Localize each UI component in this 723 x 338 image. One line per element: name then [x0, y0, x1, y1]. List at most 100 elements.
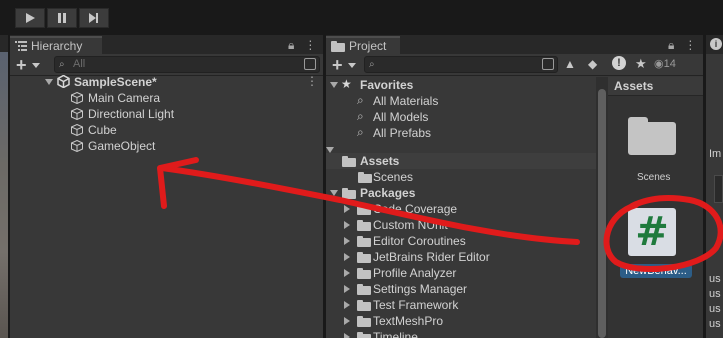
chevron-down-icon[interactable]: [348, 63, 356, 68]
package-item-label: Custom NUnit: [373, 218, 448, 232]
inspector-field[interactable]: [714, 175, 723, 203]
folder-icon: [357, 220, 371, 231]
expand-arrow-icon[interactable]: [330, 190, 338, 196]
gameobject-cube-icon: [71, 92, 83, 104]
packages-section-row[interactable]: Packages: [326, 185, 596, 201]
package-item[interactable]: JetBrains Rider Editor: [326, 249, 596, 265]
hierarchy-item-label: Main Camera: [88, 91, 161, 105]
search-icon: ⌕: [357, 93, 364, 107]
project-tabbar: Project 🔒︎ ⋮: [326, 35, 703, 54]
hierarchy-item[interactable]: Cube: [10, 122, 323, 138]
search-icon: ⌕: [59, 59, 65, 70]
search-filter-icon[interactable]: [542, 58, 554, 70]
favorite-star-icon[interactable]: ★: [635, 56, 647, 72]
filter-by-type-icon[interactable]: ▲: [564, 57, 576, 71]
package-item[interactable]: Editor Coroutines: [326, 233, 596, 249]
asset-tile-label: Scenes: [637, 172, 671, 183]
hierarchy-item-label: Cube: [88, 123, 117, 137]
expand-arrow-icon[interactable]: [344, 269, 350, 277]
step-button[interactable]: [79, 8, 109, 28]
favorite-item-label: All Models: [373, 110, 429, 124]
eye-icon: ◉: [654, 58, 664, 70]
hierarchy-tabbar: Hierarchy 🔒︎ ⋮: [10, 35, 323, 54]
expand-arrow-icon[interactable]: [326, 147, 334, 167]
expand-arrow-icon[interactable]: [344, 317, 350, 325]
expand-arrow-icon[interactable]: [45, 79, 53, 85]
package-item[interactable]: TextMeshPro: [326, 313, 596, 329]
kebab-menu-icon[interactable]: ⋮: [304, 38, 316, 53]
play-button[interactable]: [15, 8, 45, 28]
search-icon: ⌕: [369, 59, 375, 70]
assets-breadcrumb: Assets: [608, 77, 703, 96]
expand-arrow-icon[interactable]: [344, 205, 350, 213]
expand-arrow-icon[interactable]: [344, 253, 350, 261]
folder-icon: [357, 284, 371, 295]
folder-icon: [357, 236, 371, 247]
asset-folder-label: Scenes: [373, 170, 414, 184]
kebab-menu-icon[interactable]: ⋮: [684, 38, 696, 53]
main-toolbar: [0, 0, 723, 33]
hierarchy-item[interactable]: GameObject: [10, 138, 323, 154]
add-icon[interactable]: +: [332, 56, 343, 74]
lock-icon[interactable]: 🔒︎: [288, 38, 294, 53]
inspector-label: Im: [709, 148, 722, 160]
hidden-packages-toggle[interactable]: ◉14: [654, 57, 676, 70]
inspector-tabbar: i: [706, 35, 723, 54]
folder-icon: [358, 172, 372, 183]
expand-arrow-icon[interactable]: [344, 221, 350, 229]
chevron-down-icon[interactable]: [32, 63, 40, 68]
package-item[interactable]: Timeline: [326, 329, 596, 338]
scene-row[interactable]: SampleScene* ⋮: [10, 74, 323, 90]
hierarchy-item[interactable]: Main Camera: [10, 90, 323, 106]
project-search-input[interactable]: ⌕: [364, 56, 558, 73]
asset-tile-label: NewBehav...: [620, 264, 692, 278]
gameobject-cube-icon: [71, 108, 83, 120]
expand-arrow-icon[interactable]: [344, 237, 350, 245]
list-icon: [15, 41, 27, 51]
unity-scene-icon: [57, 75, 70, 88]
pause-button[interactable]: [47, 8, 77, 28]
favorite-item[interactable]: ⌕ All Materials: [326, 93, 596, 109]
hierarchy-item-label: Directional Light: [88, 107, 175, 121]
tree-scrollbar-thumb[interactable]: [598, 89, 606, 338]
filter-by-label-icon[interactable]: ◆: [588, 57, 597, 71]
expand-arrow-icon[interactable]: [330, 82, 338, 88]
package-item-label: Settings Manager: [373, 282, 468, 296]
favorites-row[interactable]: ★ Favorites: [326, 77, 596, 93]
package-item[interactable]: Settings Manager: [326, 281, 596, 297]
breadcrumb-assets[interactable]: Assets: [614, 79, 653, 93]
folder-icon: [357, 252, 371, 263]
inspector-code-line: us: [709, 318, 721, 330]
favorite-item[interactable]: ⌕ All Prefabs: [326, 125, 596, 141]
warning-icon[interactable]: !: [612, 56, 626, 70]
expand-arrow-icon[interactable]: [344, 333, 350, 338]
package-item[interactable]: Code Coverage: [326, 201, 596, 217]
expand-arrow-icon[interactable]: [344, 301, 350, 309]
gameobject-cube-icon: [71, 140, 83, 152]
hidden-count: 14: [663, 58, 676, 70]
package-item-label: Test Framework: [373, 298, 459, 312]
scene-menu-icon[interactable]: ⋮: [306, 74, 318, 88]
favorite-item[interactable]: ⌕ All Models: [326, 109, 596, 125]
project-folder-tree: ★ Favorites ⌕ All Materials ⌕ All Models…: [326, 77, 596, 338]
package-item[interactable]: Custom NUnit: [326, 217, 596, 233]
add-icon[interactable]: +: [16, 56, 27, 74]
asset-folder-item[interactable]: Scenes: [326, 169, 596, 185]
expand-arrow-icon[interactable]: [344, 285, 350, 293]
assets-section-row[interactable]: Assets: [326, 147, 596, 169]
hierarchy-search-input[interactable]: ⌕ All: [54, 56, 320, 73]
tab-hierarchy[interactable]: Hierarchy: [10, 36, 102, 54]
package-item[interactable]: Test Framework: [326, 297, 596, 313]
hierarchy-item[interactable]: Directional Light: [10, 106, 323, 122]
tab-project[interactable]: Project: [326, 36, 400, 54]
packages-label: Packages: [360, 186, 416, 200]
hierarchy-toolbar: + ⌕ All: [10, 54, 323, 76]
search-filter-icon[interactable]: [304, 58, 316, 70]
folder-icon: [357, 332, 371, 338]
tree-scrollbar[interactable]: [596, 77, 608, 338]
package-item[interactable]: Profile Analyzer: [326, 265, 596, 281]
lock-icon[interactable]: 🔒︎: [668, 38, 674, 53]
scene-view-edge: [0, 52, 8, 338]
info-icon[interactable]: i: [710, 38, 722, 50]
step-icon: [89, 13, 98, 23]
